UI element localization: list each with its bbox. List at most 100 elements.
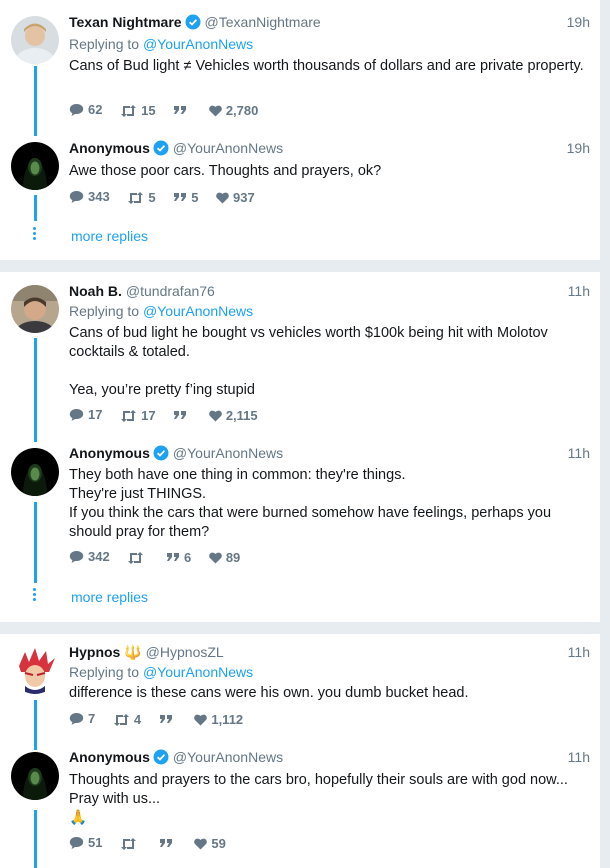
reply-button[interactable]: 51 [69,834,102,852]
like-button[interactable]: 89 [208,549,241,567]
reply-icon [69,191,84,203]
avatar[interactable] [11,16,59,64]
tweet-actions: 7 4 1,112 [69,710,257,728]
retweet-button[interactable] [127,552,148,564]
like-count: 937 [233,190,255,205]
timestamp[interactable]: 11h [568,642,590,662]
like-button[interactable]: 937 [216,189,255,207]
user-handle[interactable]: @YourAnonNews [173,140,283,156]
quote-button[interactable] [159,714,177,726]
quote-button[interactable] [173,105,191,117]
tweet-text-line: They're just THINGS. [69,486,207,502]
reply-button[interactable]: 342 [69,548,110,566]
thread-line [34,810,37,868]
tweet-text-line: Yea, you’re pretty f’ing stupid [69,382,255,398]
replying-to-link[interactable]: @YourAnonNews [143,36,253,52]
reply-icon [69,713,84,725]
user-handle[interactable]: @TexanNightmare [205,14,321,30]
replying-to: Replying to @YourAnonNews [69,301,253,321]
like-button[interactable]: 1,112 [194,711,243,729]
avatar[interactable] [11,752,59,800]
reply-count: 51 [88,835,103,850]
reply-icon [69,409,84,421]
reply-button[interactable]: 7 [69,710,95,728]
thread-card: Texan Nightmare @TexanNightmare 19h Reply… [0,0,600,260]
user-handle[interactable]: @tundrafan76 [126,283,215,299]
display-name[interactable]: Noah B. [69,283,122,299]
avatar[interactable] [11,142,59,190]
verified-badge-icon [153,749,169,770]
retweet-count: 15 [141,103,156,118]
thread-line [34,66,37,136]
replying-prefix: Replying to [69,303,140,319]
like-count: 2,780 [225,103,259,118]
like-count: 89 [225,550,241,565]
retweet-button[interactable]: 15 [120,102,156,120]
quote-icon [159,839,172,847]
heart-icon [194,838,208,850]
thread-card: Hypnos 🔱 @HypnosZL 11h Replying to @YourA… [0,634,600,868]
reply-icon [69,837,84,849]
heart-icon [216,192,229,204]
retweet-button[interactable] [120,838,141,850]
timestamp[interactable]: 11h [568,443,590,463]
avatar[interactable] [11,448,59,496]
like-button[interactable]: 2,780 [208,102,259,120]
tweet-text-line: Thoughts and prayers to the cars bro, ho… [69,772,568,807]
like-count: 59 [211,836,226,851]
reply-button[interactable]: 62 [69,101,102,119]
timestamp[interactable]: 11h [568,281,590,301]
replying-prefix: Replying to [69,664,140,680]
like-button[interactable]: 2,115 [208,407,258,425]
display-name[interactable]: Anonymous [69,749,150,765]
retweet-button[interactable]: 17 [120,407,156,425]
display-name[interactable]: Hypnos [69,644,120,660]
like-count: 1,112 [211,712,244,727]
user-handle[interactable]: @YourAnonNews [173,445,283,461]
timestamp[interactable]: 19h [567,12,590,32]
avatar[interactable] [11,285,59,333]
tweet-text-line: Cans of bud light he bought vs vehicles … [69,325,548,360]
timestamp[interactable]: 11h [568,747,590,767]
quote-button[interactable]: 5 [173,189,198,207]
tweet-header: Texan Nightmare @TexanNightmare 19h [69,12,590,32]
display-name[interactable]: Texan Nightmare [69,14,182,30]
like-button[interactable]: 59 [194,835,226,853]
user-handle[interactable]: @HypnosZL [146,644,224,660]
tweet-actions: 17 17 2,115 [69,406,272,424]
heart-icon [208,105,222,117]
retweet-count: 17 [141,408,156,423]
tweet-actions: 62 15 2,780 [69,101,272,119]
retweet-button[interactable]: 5 [127,189,156,207]
timestamp[interactable]: 19h [567,138,590,158]
more-replies-link[interactable]: more replies [71,226,148,246]
tweet-actions: 343 5 5 937 [69,188,269,206]
tweet-actions: 51 59 [69,834,240,852]
display-name[interactable]: Anonymous [69,445,150,461]
thread-card: Noah B. @tundrafan76 11h Replying to @You… [0,272,600,622]
verified-badge-icon [185,14,201,35]
thread-dots [33,227,37,242]
verified-badge-icon [153,140,169,161]
quote-button[interactable]: 6 [166,549,191,567]
tweet-text: Thoughts and prayers to the cars bro, ho… [69,771,589,828]
retweet-button[interactable]: 4 [113,711,141,729]
thread-line [34,338,37,442]
tweet-text: difference is these cans were his own. y… [69,685,469,701]
display-name[interactable]: Anonymous [69,140,150,156]
reply-icon [69,104,84,116]
quote-button[interactable] [173,410,191,422]
tweet-header: Hypnos 🔱 @HypnosZL 11h [69,642,590,662]
more-replies-link[interactable]: more replies [71,587,148,607]
replying-to-link[interactable]: @YourAnonNews [143,664,253,680]
user-handle[interactable]: @YourAnonNews [173,749,283,765]
reply-button[interactable]: 17 [69,406,102,424]
tweet-text-line: They both have one thing in common: they… [69,467,406,483]
tweet-header: Anonymous @YourAnonNews 11h [69,747,590,767]
replying-to-link[interactable]: @YourAnonNews [143,303,253,319]
avatar[interactable] [11,646,59,694]
quote-button[interactable] [159,838,177,850]
replying-to: Replying to @YourAnonNews [69,34,253,54]
reply-button[interactable]: 343 [69,188,110,206]
reply-count: 7 [88,711,96,726]
